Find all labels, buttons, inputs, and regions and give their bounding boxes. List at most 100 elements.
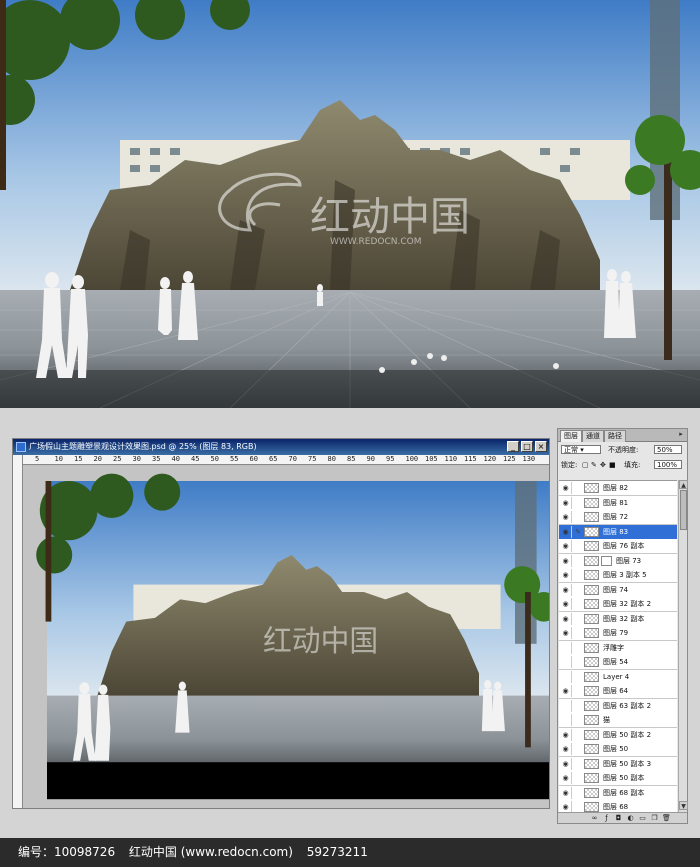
- visibility-eye-icon[interactable]: ◉: [560, 612, 572, 625]
- layer-link-icon[interactable]: [574, 671, 582, 683]
- document-title-bar[interactable]: 广场假山主题雕塑景观设计效果图.psd @ 25% (图层 83, RGB) _…: [13, 439, 549, 455]
- visibility-eye-icon[interactable]: ◉: [560, 482, 572, 494]
- layer-row[interactable]: ◉ 图层 68: [559, 800, 677, 812]
- visibility-eye-icon[interactable]: [560, 670, 572, 683]
- layer-row[interactable]: ◉ 图层 50 副本 3: [559, 756, 677, 772]
- tab-paths[interactable]: 路径: [604, 430, 626, 442]
- layer-row[interactable]: ◉ 图层 72: [559, 510, 677, 525]
- layer-row[interactable]: 猫: [559, 713, 677, 728]
- layer-mask-thumbnail[interactable]: [601, 555, 612, 566]
- layer-row[interactable]: ◉ 图层 68 副本: [559, 785, 677, 801]
- layer-link-icon[interactable]: [574, 700, 582, 712]
- layer-link-icon[interactable]: [574, 613, 582, 625]
- layer-row[interactable]: ◉ 图层 50: [559, 742, 677, 757]
- add-mask-icon[interactable]: ◘: [614, 814, 623, 823]
- link-layers-icon[interactable]: ∞: [590, 814, 599, 823]
- maximize-button[interactable]: □: [521, 441, 533, 452]
- layer-link-icon[interactable]: [574, 555, 582, 567]
- layer-link-icon[interactable]: [574, 787, 582, 799]
- layer-row[interactable]: ◉ 图层 64: [559, 684, 677, 699]
- adjustment-layer-icon[interactable]: ◐: [626, 814, 635, 823]
- layer-row[interactable]: ◉ 图层 74: [559, 582, 677, 598]
- layer-row[interactable]: ◉ 图层 82: [559, 481, 677, 496]
- layer-link-icon[interactable]: [574, 482, 582, 494]
- visibility-eye-icon[interactable]: ◉: [560, 598, 572, 610]
- visibility-eye-icon[interactable]: [560, 656, 572, 668]
- layer-link-icon[interactable]: [574, 656, 582, 668]
- visibility-eye-icon[interactable]: ◉: [560, 786, 572, 799]
- visibility-eye-icon[interactable]: [560, 699, 572, 712]
- fill-input[interactable]: 100%: [654, 460, 682, 469]
- layer-row[interactable]: ◉ 图层 50 副本 2: [559, 727, 677, 743]
- layer-link-icon[interactable]: [574, 627, 582, 639]
- layer-row[interactable]: 浮雕字: [559, 640, 677, 656]
- layer-link-icon[interactable]: [574, 569, 582, 581]
- scroll-up-arrow-icon[interactable]: ▲: [679, 480, 688, 489]
- visibility-eye-icon[interactable]: ◉: [560, 743, 572, 755]
- visibility-eye-icon[interactable]: ◉: [560, 757, 572, 770]
- document-canvas[interactable]: 红动中国: [23, 466, 559, 808]
- minimize-button[interactable]: _: [507, 441, 519, 452]
- delete-layer-icon[interactable]: 🗑: [662, 814, 671, 823]
- horizontal-ruler[interactable]: 5 10 15 20 25 30 35 40 45 50 55 60 65 70 75 80 85 90 95 100…: [23, 455, 549, 465]
- layer-link-icon[interactable]: [574, 743, 582, 755]
- layer-row[interactable]: Layer 4: [559, 669, 677, 685]
- layer-list[interactable]: ◉ 图层 82 ◉ 图层 81 ◉ 图层 72 ◉ ✎ 图层 83 ◉ 图层 76 副本 ◉ 图层 73…: [559, 480, 677, 812]
- layer-list-scrollbar[interactable]: ▲ ▼: [678, 480, 688, 812]
- layer-row[interactable]: ◉ 图层 81: [559, 495, 677, 511]
- layer-row[interactable]: ◉ 图层 32 副本: [559, 611, 677, 627]
- layer-link-icon[interactable]: [574, 598, 582, 610]
- layer-row[interactable]: ◉ 图层 3 副本 5: [559, 568, 677, 583]
- visibility-eye-icon[interactable]: ◉: [560, 554, 572, 567]
- layer-link-icon[interactable]: [574, 584, 582, 596]
- lock-image-icon[interactable]: ✎: [591, 459, 597, 471]
- photoshop-document-window[interactable]: 广场假山主题雕塑景观设计效果图.psd @ 25% (图层 83, RGB) _…: [12, 438, 559, 809]
- layer-link-icon[interactable]: [574, 642, 582, 654]
- opacity-input[interactable]: 50%: [654, 445, 682, 454]
- layer-row[interactable]: ◉ 图层 50 副本: [559, 771, 677, 786]
- visibility-eye-icon[interactable]: ◉: [560, 728, 572, 741]
- layer-row[interactable]: ◉ 图层 76 副本: [559, 539, 677, 554]
- blend-mode-select[interactable]: 正常 ▾: [561, 445, 601, 454]
- lock-transparent-icon[interactable]: ▢: [582, 459, 589, 471]
- lock-all-icon[interactable]: ■: [609, 459, 616, 471]
- visibility-eye-icon[interactable]: ◉: [560, 540, 572, 552]
- visibility-eye-icon[interactable]: ◉: [560, 772, 572, 784]
- visibility-eye-icon[interactable]: ◉: [560, 525, 572, 538]
- visibility-eye-icon[interactable]: ◉: [560, 569, 572, 581]
- lock-position-icon[interactable]: ✥: [600, 459, 606, 471]
- layer-link-icon[interactable]: [574, 497, 582, 509]
- layer-style-icon[interactable]: ƒ: [602, 814, 611, 823]
- visibility-eye-icon[interactable]: ◉: [560, 496, 572, 509]
- layer-link-icon[interactable]: [574, 685, 582, 697]
- scroll-thumb[interactable]: [680, 490, 687, 530]
- visibility-eye-icon[interactable]: ◉: [560, 627, 572, 639]
- layer-row[interactable]: ◉ 图层 79: [559, 626, 677, 641]
- layer-row[interactable]: ◉ 图层 73: [559, 553, 677, 569]
- layer-link-icon[interactable]: ✎: [574, 526, 582, 538]
- panel-menu-icon[interactable]: ▸: [677, 431, 685, 439]
- visibility-eye-icon[interactable]: ◉: [560, 511, 572, 523]
- layer-link-icon[interactable]: [574, 801, 582, 812]
- scroll-down-arrow-icon[interactable]: ▼: [679, 801, 688, 810]
- new-layer-icon[interactable]: ❐: [650, 814, 659, 823]
- close-button[interactable]: ×: [535, 441, 547, 452]
- layer-row[interactable]: ◉ ✎ 图层 83: [559, 524, 677, 540]
- layer-row[interactable]: 图层 54: [559, 655, 677, 670]
- layer-link-icon[interactable]: [574, 729, 582, 741]
- visibility-eye-icon[interactable]: ◉: [560, 801, 572, 812]
- layer-link-icon[interactable]: [574, 540, 582, 552]
- tab-channels[interactable]: 通道: [582, 430, 604, 442]
- visibility-eye-icon[interactable]: [560, 641, 572, 654]
- visibility-eye-icon[interactable]: ◉: [560, 685, 572, 697]
- tab-layers[interactable]: 图层: [560, 430, 582, 442]
- layer-link-icon[interactable]: [574, 511, 582, 523]
- layer-row[interactable]: ◉ 图层 32 副本 2: [559, 597, 677, 612]
- layer-link-icon[interactable]: [574, 772, 582, 784]
- vertical-ruler[interactable]: [13, 455, 23, 808]
- visibility-eye-icon[interactable]: ◉: [560, 583, 572, 596]
- layers-panel[interactable]: 图层 通道 路径 ▸ 正常 ▾ 不透明度: 50% 锁定: ▢ ✎ ✥ ■ 填充…: [557, 428, 688, 824]
- layer-row[interactable]: 图层 63 副本 2: [559, 698, 677, 714]
- new-group-icon[interactable]: ▭: [638, 814, 647, 823]
- visibility-eye-icon[interactable]: [560, 714, 572, 726]
